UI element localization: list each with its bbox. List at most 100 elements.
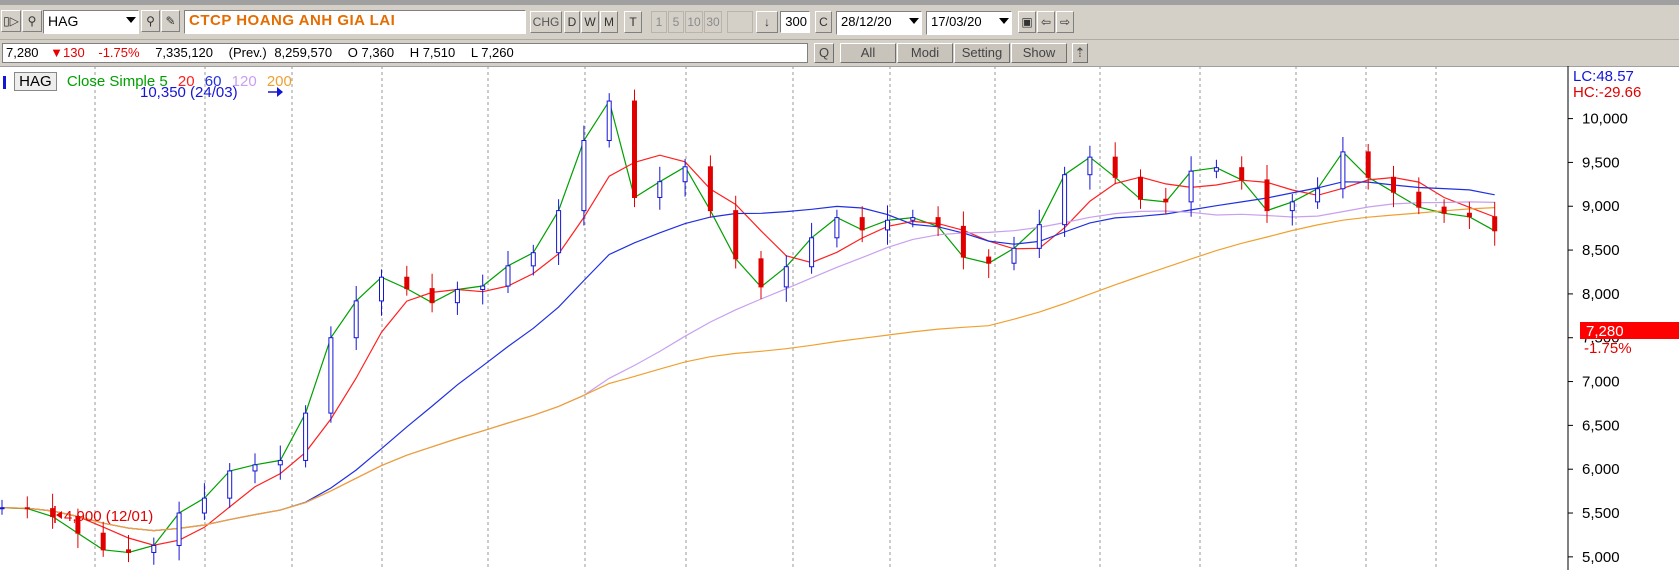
candle-body [859, 217, 865, 231]
chg-button[interactable]: CHG [530, 11, 562, 33]
legend-ma200: 200 [266, 73, 292, 90]
last-price-tag-label: 7,280 [1586, 323, 1624, 340]
candle-body [353, 300, 359, 339]
symbol-value: HAG [48, 13, 79, 29]
symbol-select[interactable]: HAG [43, 10, 139, 34]
ma200-line [1, 207, 1495, 532]
interval-5-button[interactable]: 5 [668, 11, 684, 33]
interval-10-button[interactable]: 10 [685, 11, 703, 33]
last-price: 7,280 [6, 45, 39, 60]
price-chart[interactable]: 10,0009,5009,0008,5008,0007,5007,0006,50… [0, 66, 1679, 570]
legend-symbol[interactable]: HAG [14, 72, 57, 91]
candle-body [151, 544, 157, 553]
candle-body [1087, 156, 1093, 176]
candle-body [707, 166, 713, 212]
arrow-down-icon[interactable]: ↓ [756, 11, 778, 33]
price-tick-label: 7,000 [1582, 374, 1620, 391]
prev-label: (Prev.) [228, 45, 267, 60]
open-price: O 7,360 [347, 45, 395, 60]
price-tick-label: 8,000 [1582, 286, 1620, 303]
candle-body [480, 285, 486, 291]
price-axis: 10,0009,5009,0008,5008,0007,5007,0006,50… [1567, 66, 1628, 570]
candle-body [1188, 170, 1194, 203]
candle-body [682, 166, 688, 183]
candles [0, 89, 1498, 565]
interval-1-button[interactable]: 1 [651, 11, 667, 33]
candle-body [1466, 212, 1472, 218]
zoom-search-icon[interactable]: ⚲ [141, 10, 160, 32]
price-tick-label: 9,000 [1582, 198, 1620, 215]
forward-icon[interactable]: ⇨ [1056, 11, 1074, 33]
expand-icon[interactable]: ▯▷ [1, 10, 21, 32]
blank-button[interactable] [727, 11, 753, 33]
candle-body [429, 288, 435, 304]
candle-body [1138, 176, 1143, 200]
price-tick-label: 9,500 [1582, 154, 1620, 171]
chart-legend: HAG Close Simple 5 20 60 120 200 [0, 72, 292, 91]
low-price: L 7,260 [470, 45, 514, 60]
candle-body [1036, 224, 1042, 249]
search-icon[interactable]: ⚲ [22, 10, 42, 32]
modi-button[interactable]: Modi [897, 43, 953, 63]
candle-body [379, 276, 384, 302]
price-tick-label: 8,500 [1582, 242, 1620, 259]
high-price: H 7,510 [409, 45, 456, 60]
candle-body [1340, 151, 1346, 190]
volume: 7,335,120 [155, 45, 214, 60]
pin-icon[interactable]: ⇡ [1072, 43, 1088, 63]
candle-body [176, 512, 182, 546]
candle-body [277, 459, 283, 466]
price-tick-label: 5,000 [1582, 549, 1620, 566]
candle-body [227, 470, 233, 499]
candle-body [505, 265, 511, 287]
chevron-down-icon [909, 18, 919, 24]
candle-body [126, 549, 131, 553]
period-t-button[interactable]: T [624, 11, 642, 33]
to-date-select[interactable]: 17/03/20 [926, 11, 1012, 35]
grid [94, 66, 1437, 570]
candle-body [960, 225, 966, 258]
candle-body [935, 217, 941, 227]
main-toolbar: ▯▷ ⚲ HAG ⚲ ✎ CTCP HOANG ANH GIA LAI CHG … [0, 5, 1679, 40]
candle-body [657, 181, 663, 198]
c-button[interactable]: C [815, 11, 832, 33]
legend-ma20: 20 [177, 73, 195, 90]
candle-body [1239, 167, 1245, 181]
candle-body [809, 237, 815, 268]
candle-body [606, 100, 612, 142]
count-field[interactable]: 300 [780, 11, 810, 33]
candle-body [328, 337, 334, 414]
all-button[interactable]: All [840, 43, 896, 63]
edit-icon[interactable]: ✎ [161, 10, 180, 32]
ma120-line [1, 201, 1495, 532]
show-button[interactable]: Show [1011, 43, 1067, 63]
candle-body [1112, 156, 1118, 178]
ma60-line [1, 181, 1495, 532]
candle-body [581, 140, 587, 212]
period-w-button[interactable]: W [581, 11, 599, 33]
from-date-value: 28/12/20 [841, 14, 892, 29]
candle-body [1062, 174, 1068, 226]
save-icon[interactable]: ▣ [1018, 11, 1036, 33]
q-button[interactable]: Q [814, 43, 834, 63]
candle-body [986, 256, 992, 264]
lc-label: LC:48.57 [1573, 68, 1634, 85]
price-change: ▼130 [50, 45, 85, 60]
candle-body [252, 464, 258, 472]
candle-body [100, 532, 106, 551]
candle-body [783, 266, 789, 288]
candle-body [910, 217, 916, 221]
period-m-button[interactable]: M [600, 11, 618, 33]
price-tick-label: 6,500 [1582, 417, 1620, 434]
from-date-select[interactable]: 28/12/20 [836, 11, 922, 35]
hc-label: HC:-29.66 [1573, 84, 1641, 101]
back-icon[interactable]: ⇦ [1037, 11, 1055, 33]
interval-30-button[interactable]: 30 [704, 11, 722, 33]
candle-body [632, 100, 637, 198]
candle-body [50, 508, 56, 518]
setting-button[interactable]: Setting [954, 43, 1010, 63]
candle-body [1365, 151, 1371, 178]
period-d-button[interactable]: D [564, 11, 580, 33]
candle-body [530, 252, 536, 267]
price-change-pct: -1.75% [98, 45, 140, 60]
